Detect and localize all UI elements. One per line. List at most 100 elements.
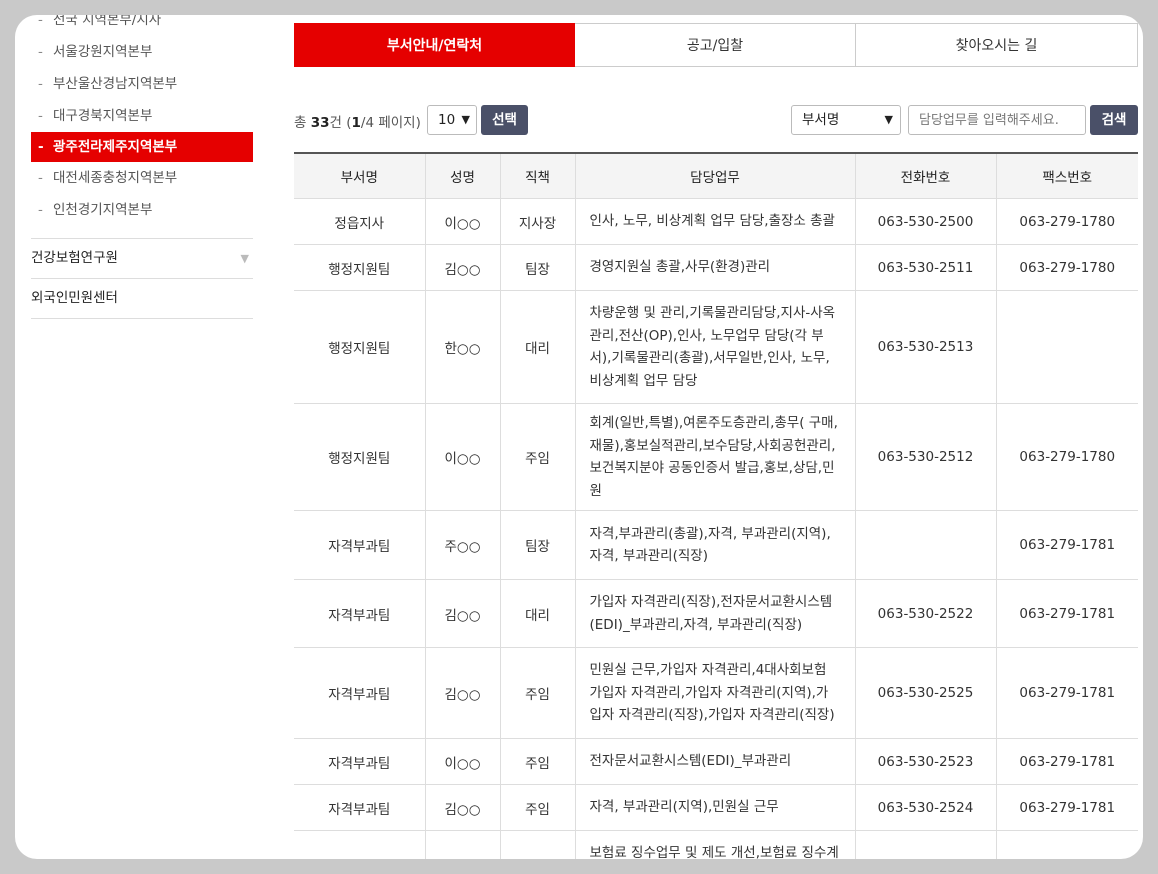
search-button[interactable]: 검색 bbox=[1090, 105, 1138, 135]
cell-title: 대리 bbox=[499, 290, 576, 404]
cell-name: 김○○ bbox=[424, 784, 501, 831]
col-header-dept: 부서명 bbox=[294, 153, 426, 199]
submenu-item-nationwide[interactable]: - 전국 지역본부/지사 bbox=[31, 15, 253, 36]
cell-phone: 063-530-2511 bbox=[854, 244, 997, 291]
chevron-down-icon: ▼ bbox=[461, 113, 470, 126]
cell-dept: 징수팀 bbox=[294, 830, 426, 859]
table-header-row: 부서명 성명 직책 담당업무 전화번호 팩스번호 bbox=[294, 153, 1138, 199]
cell-fax: 063-279-1781 bbox=[995, 784, 1138, 831]
dash-icon: - bbox=[38, 139, 44, 155]
cell-fax: 063-279-1781 bbox=[995, 579, 1138, 648]
submenu-item-daejeon-sejong-chungcheong[interactable]: - 대전세종충청지역본부 bbox=[31, 162, 253, 194]
cell-dept: 자격부과팀 bbox=[294, 784, 426, 831]
cell-name: 김○○ bbox=[424, 244, 501, 291]
submenu-item-daegu-gyeongbuk[interactable]: - 대구경북지역본부 bbox=[31, 100, 253, 132]
cell-title: 주임 bbox=[499, 403, 576, 511]
cell-title: 팀장 bbox=[499, 830, 576, 859]
cell-dept: 행정지원팀 bbox=[294, 244, 426, 291]
content-tabs: 부서안내/연락처 공고/입찰 찾아오시는 길 bbox=[294, 23, 1138, 67]
cell-phone bbox=[854, 510, 997, 580]
total-count-text: 총 33건 (1/4 페이지) bbox=[294, 115, 421, 131]
cell-dept: 자격부과팀 bbox=[294, 510, 426, 580]
submenu-item-incheon-gyeonggi[interactable]: - 인천경기지역본부 bbox=[31, 194, 253, 226]
cell-name: 이○○ bbox=[424, 403, 501, 511]
col-header-phone: 전화번호 bbox=[854, 153, 997, 199]
cell-dept: 자격부과팀 bbox=[294, 738, 426, 785]
tab-department-contacts[interactable]: 부서안내/연락처 bbox=[294, 23, 575, 67]
region-submenu: - 전국 지역본부/지사 - 서울강원지역본부 - 부산울산경남지역본부 - 대구경북지… bbox=[31, 15, 253, 226]
cell-duty: 가입자 자격관리(직장),전자문서교환시스템(EDI)_부과관리,자격, 부과관… bbox=[574, 579, 856, 648]
cell-duty: 회계(일반,특별),여론주도층관리,총무( 구매,재물),홍보실적관리,보수담당… bbox=[574, 403, 856, 511]
col-header-name: 성명 bbox=[424, 153, 501, 199]
cell-dept: 자격부과팀 bbox=[294, 579, 426, 648]
cell-dept: 자격부과팀 bbox=[294, 647, 426, 739]
cell-fax: 063-279-1781 bbox=[995, 738, 1138, 785]
table-row: 행정지원팀 이○○ 주임 회계(일반,특별),여론주도층관리,총무( 구매,재물… bbox=[294, 403, 1138, 511]
cell-duty: 자격,부과관리(총괄),자격, 부과관리(지역),자격, 부과관리(직장) bbox=[574, 510, 856, 580]
cell-title: 주임 bbox=[499, 738, 576, 785]
col-header-title: 직책 bbox=[499, 153, 576, 199]
dash-icon: - bbox=[38, 108, 43, 124]
cell-fax: 063-279-1781 bbox=[995, 647, 1138, 739]
chevron-down-icon: ▼ bbox=[884, 113, 893, 126]
col-header-duty: 담당업무 bbox=[574, 153, 856, 199]
table-row: 징수팀 임○○ 팀장 보험료 징수업무 및 제도 개선,보험료 징수계획, 대책… bbox=[294, 830, 1138, 859]
table-row: 정읍지사 이○○ 지사장 인사, 노무, 비상계획 업무 담당,출장소 총괄 0… bbox=[294, 198, 1138, 245]
cell-name: 임○○ bbox=[424, 830, 501, 859]
search-field-select[interactable]: 부서명 ▼ bbox=[791, 105, 901, 135]
cell-fax: 063-279-1781 bbox=[995, 510, 1138, 580]
cell-dept: 정읍지사 bbox=[294, 198, 426, 245]
cell-title: 지사장 bbox=[499, 198, 576, 245]
triangle-down-icon: ▼ bbox=[240, 252, 249, 265]
cell-name: 김○○ bbox=[424, 579, 501, 648]
cell-fax: 063-279-1780 bbox=[995, 198, 1138, 245]
cell-duty: 보험료 징수업무 및 제도 개선,보험료 징수계획, 대책,보험료 징수 통계,… bbox=[574, 830, 856, 859]
cell-phone: 063-530-2513 bbox=[854, 290, 997, 404]
table-row: 자격부과팀 이○○ 주임 전자문서교환시스템(EDI)_부과관리 063-530… bbox=[294, 738, 1138, 785]
search-input[interactable] bbox=[908, 105, 1086, 135]
dash-icon: - bbox=[38, 202, 43, 218]
cell-phone: 063-530-2524 bbox=[854, 784, 997, 831]
cell-title: 주임 bbox=[499, 784, 576, 831]
select-button[interactable]: 선택 bbox=[481, 105, 528, 135]
table-row: 자격부과팀 김○○ 대리 가입자 자격관리(직장),전자문서교환시스템(EDI)… bbox=[294, 579, 1138, 648]
cell-duty: 인사, 노무, 비상계획 업무 담당,출장소 총괄 bbox=[574, 198, 856, 245]
sidebar-item-research-institute[interactable]: 건강보험연구원 ▼ bbox=[31, 238, 253, 278]
table-row: 자격부과팀 김○○ 주임 민원실 근무,가입자 자격관리,4대사회보험 가입자 … bbox=[294, 647, 1138, 739]
dash-icon: - bbox=[38, 76, 43, 92]
cell-duty: 전자문서교환시스템(EDI)_부과관리 bbox=[574, 738, 856, 785]
dash-icon: - bbox=[38, 170, 43, 186]
cell-fax bbox=[995, 290, 1138, 404]
cell-phone: 063-530-2522 bbox=[854, 579, 997, 648]
list-controls: 총 33건 (1/4 페이지) 10▼ 선택 부서명▼ 검색 bbox=[294, 105, 1138, 135]
submenu-item-busan-ulsan-gyeongnam[interactable]: - 부산울산경남지역본부 bbox=[31, 68, 253, 100]
tab-directions[interactable]: 찾아오시는 길 bbox=[856, 23, 1138, 67]
col-header-fax: 팩스번호 bbox=[995, 153, 1138, 199]
cell-duty: 차량운행 및 관리,기록물관리담당,지사-사옥관리,전산(OP),인사, 노무업… bbox=[574, 290, 856, 404]
page-frame: - 전국 지역본부/지사 - 서울강원지역본부 - 부산울산경남지역본부 - 대구경북지… bbox=[15, 15, 1143, 859]
dash-icon: - bbox=[38, 15, 43, 28]
page-size-select[interactable]: 10 ▼ bbox=[427, 105, 477, 135]
sidebar-menus: 건강보험연구원 ▼ 외국인민원센터 bbox=[31, 238, 253, 319]
cell-dept: 행정지원팀 bbox=[294, 290, 426, 404]
sidebar: - 전국 지역본부/지사 - 서울강원지역본부 - 부산울산경남지역본부 - 대구경북지… bbox=[31, 15, 253, 319]
department-table: 부서명 성명 직책 담당업무 전화번호 팩스번호 정읍지사 이○○ 지사장 인사… bbox=[294, 152, 1138, 859]
cell-duty: 경영지원실 총괄,사무(환경)관리 bbox=[574, 244, 856, 291]
cell-duty: 자격, 부과관리(지역),민원실 근무 bbox=[574, 784, 856, 831]
cell-name: 이○○ bbox=[424, 198, 501, 245]
cell-dept: 행정지원팀 bbox=[294, 403, 426, 511]
cell-phone: 063-530-2500 bbox=[854, 198, 997, 245]
cell-title: 주임 bbox=[499, 647, 576, 739]
cell-duty: 민원실 근무,가입자 자격관리,4대사회보험 가입자 자격관리,가입자 자격관리… bbox=[574, 647, 856, 739]
cell-name: 주○○ bbox=[424, 510, 501, 580]
submenu-item-seoul-gangwon[interactable]: - 서울강원지역본부 bbox=[31, 36, 253, 68]
submenu-item-gwangju-jeolla-jeju[interactable]: - 광주전라제주지역본부 bbox=[31, 132, 253, 162]
cell-phone: 063-530-2512 bbox=[854, 403, 997, 511]
cell-title: 팀장 bbox=[499, 510, 576, 580]
tab-notices-bids[interactable]: 공고/입찰 bbox=[575, 23, 856, 67]
table-row: 자격부과팀 김○○ 주임 자격, 부과관리(지역),민원실 근무 063-530… bbox=[294, 784, 1138, 831]
cell-fax: 063-279-1780 bbox=[995, 244, 1138, 291]
cell-title: 대리 bbox=[499, 579, 576, 648]
cell-title: 팀장 bbox=[499, 244, 576, 291]
sidebar-item-foreigner-center[interactable]: 외국인민원센터 bbox=[31, 278, 253, 318]
